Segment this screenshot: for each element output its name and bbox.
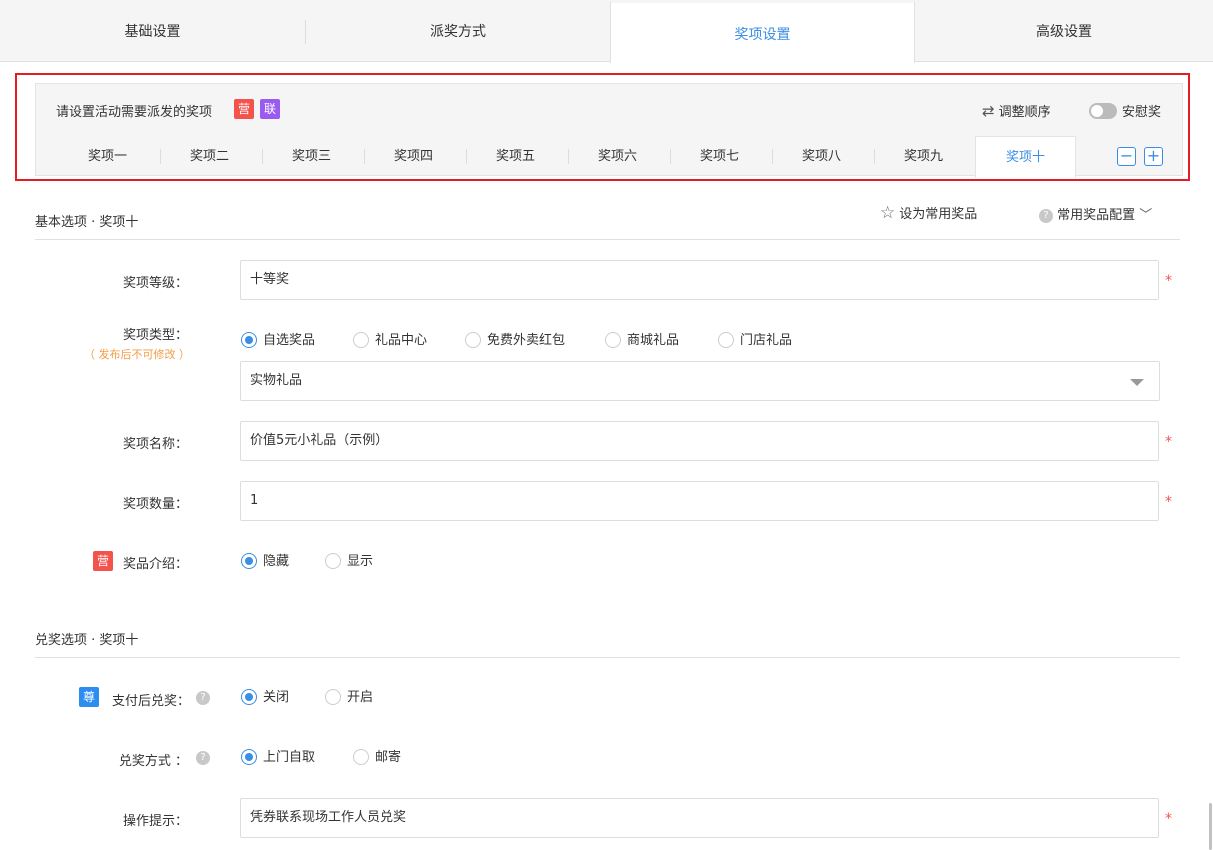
help-icon: ? bbox=[1039, 209, 1053, 223]
swap-icon: ⇄ bbox=[982, 102, 995, 120]
prize-tab-2[interactable]: 奖项二 bbox=[159, 136, 260, 177]
intro-radio-show[interactable]: 显示 bbox=[325, 552, 373, 572]
prize-tab-6[interactable]: 奖项六 bbox=[567, 136, 668, 177]
star-icon: ☆ bbox=[880, 203, 896, 223]
section-divider bbox=[35, 239, 1180, 240]
prize-panel-title: 请设置活动需要派发的奖项 bbox=[56, 105, 213, 120]
type-radio-mall-gift[interactable]: 商城礼品 bbox=[605, 331, 679, 351]
prize-tab-4[interactable]: 奖项四 bbox=[363, 136, 464, 177]
caret-down-icon bbox=[1130, 379, 1144, 386]
gift-type-select[interactable]: 实物礼品 bbox=[240, 361, 1160, 401]
set-common-prize-link[interactable]: ☆ 设为常用奖品 bbox=[880, 203, 977, 223]
tab-basic-settings[interactable]: 基础设置 bbox=[0, 0, 305, 62]
prize-tab-8[interactable]: 奖项八 bbox=[771, 136, 872, 177]
type-radio-gift-center[interactable]: 礼品中心 bbox=[353, 331, 427, 351]
reorder-button[interactable]: ⇄ 调整顺序 bbox=[982, 101, 1051, 120]
scrollbar[interactable] bbox=[1209, 803, 1212, 850]
marketing-badge: 营 bbox=[234, 99, 254, 119]
quantity-input[interactable]: 1 bbox=[240, 481, 1159, 521]
prize-tabs-panel: 请设置活动需要派发的奖项 营 联 ⇄ 调整顺序 安慰奖 奖项一 奖项二 奖项三 奖… bbox=[35, 83, 1183, 178]
required-mark: * bbox=[1165, 494, 1172, 510]
redeem-method-label: 兑奖方式 ： bbox=[118, 754, 188, 769]
vip-badge: 尊 bbox=[79, 687, 99, 707]
consolation-label: 安慰奖 bbox=[1122, 105, 1162, 120]
top-tab-bar: 基础设置 派奖方式 奖项设置 高级设置 bbox=[0, 0, 1213, 63]
required-mark: * bbox=[1165, 273, 1172, 289]
pay-radio-off[interactable]: 关闭 bbox=[241, 688, 289, 708]
minus-icon: − bbox=[1119, 146, 1134, 165]
set-common-prize-label: 设为常用奖品 bbox=[899, 207, 978, 222]
name-label: 奖项名称： bbox=[122, 437, 188, 452]
prize-tab-1[interactable]: 奖项一 bbox=[57, 136, 158, 177]
tab-prize-settings[interactable]: 奖项设置 bbox=[610, 0, 915, 63]
common-prize-config-label: 常用奖品配置 bbox=[1057, 208, 1136, 223]
remove-prize-button[interactable]: − bbox=[1117, 147, 1136, 166]
prize-tab-3[interactable]: 奖项三 bbox=[261, 136, 362, 177]
prize-name-input[interactable]: 价值5元小礼品（示例） bbox=[240, 421, 1159, 461]
plus-icon: + bbox=[1146, 146, 1161, 165]
prize-tab-10[interactable]: 奖项十 bbox=[975, 136, 1076, 178]
type-note: （ 发布后不可修改 ） bbox=[84, 348, 190, 361]
method-radio-mail[interactable]: 邮寄 bbox=[353, 748, 401, 768]
tab-advanced-settings[interactable]: 高级设置 bbox=[915, 0, 1213, 62]
prize-tab-5[interactable]: 奖项五 bbox=[465, 136, 566, 177]
section-divider bbox=[35, 657, 1180, 658]
quantity-label: 奖项数量： bbox=[122, 497, 188, 512]
type-radio-store-gift[interactable]: 门店礼品 bbox=[718, 331, 792, 351]
tip-label: 操作提示： bbox=[122, 814, 188, 829]
chevron-down-icon: ﹀ bbox=[1139, 208, 1153, 223]
prize-tab-7[interactable]: 奖项七 bbox=[669, 136, 770, 177]
add-prize-button[interactable]: + bbox=[1144, 147, 1163, 166]
pay-radio-on[interactable]: 开启 bbox=[325, 688, 373, 708]
level-input[interactable]: 十等奖 bbox=[240, 260, 1159, 300]
common-prize-config-dropdown[interactable]: ? 常用奖品配置 ﹀ bbox=[1039, 204, 1152, 223]
prize-tab-9[interactable]: 奖项九 bbox=[873, 136, 974, 177]
intro-radio-hide[interactable]: 隐藏 bbox=[241, 552, 289, 572]
type-radio-custom[interactable]: 自选奖品 bbox=[241, 331, 315, 351]
marketing-badge: 营 bbox=[93, 551, 113, 571]
tab-distribution-method[interactable]: 派奖方式 bbox=[306, 0, 610, 62]
basic-section-title: 基本选项 · 奖项十 bbox=[35, 215, 139, 230]
type-label: 奖项类型： bbox=[122, 328, 188, 343]
type-radio-takeaway-redpacket[interactable]: 免费外卖红包 bbox=[465, 331, 565, 351]
intro-label: 奖品介绍： bbox=[122, 557, 188, 572]
help-icon[interactable]: ? bbox=[196, 691, 210, 705]
pay-redeem-label: 支付后兑奖： bbox=[111, 694, 190, 709]
consolation-toggle[interactable] bbox=[1089, 103, 1117, 119]
required-mark: * bbox=[1165, 811, 1172, 827]
tip-input[interactable]: 凭券联系现场工作人员兑奖 bbox=[240, 798, 1159, 838]
required-mark: * bbox=[1165, 434, 1172, 450]
gift-type-value: 实物礼品 bbox=[250, 373, 303, 388]
help-icon[interactable]: ? bbox=[196, 751, 210, 765]
reorder-label: 调整顺序 bbox=[998, 105, 1051, 120]
union-badge: 联 bbox=[260, 99, 280, 119]
redeem-section-title: 兑奖选项 · 奖项十 bbox=[35, 633, 139, 648]
method-radio-pickup[interactable]: 上门自取 bbox=[241, 748, 315, 768]
level-label: 奖项等级： bbox=[122, 276, 188, 291]
